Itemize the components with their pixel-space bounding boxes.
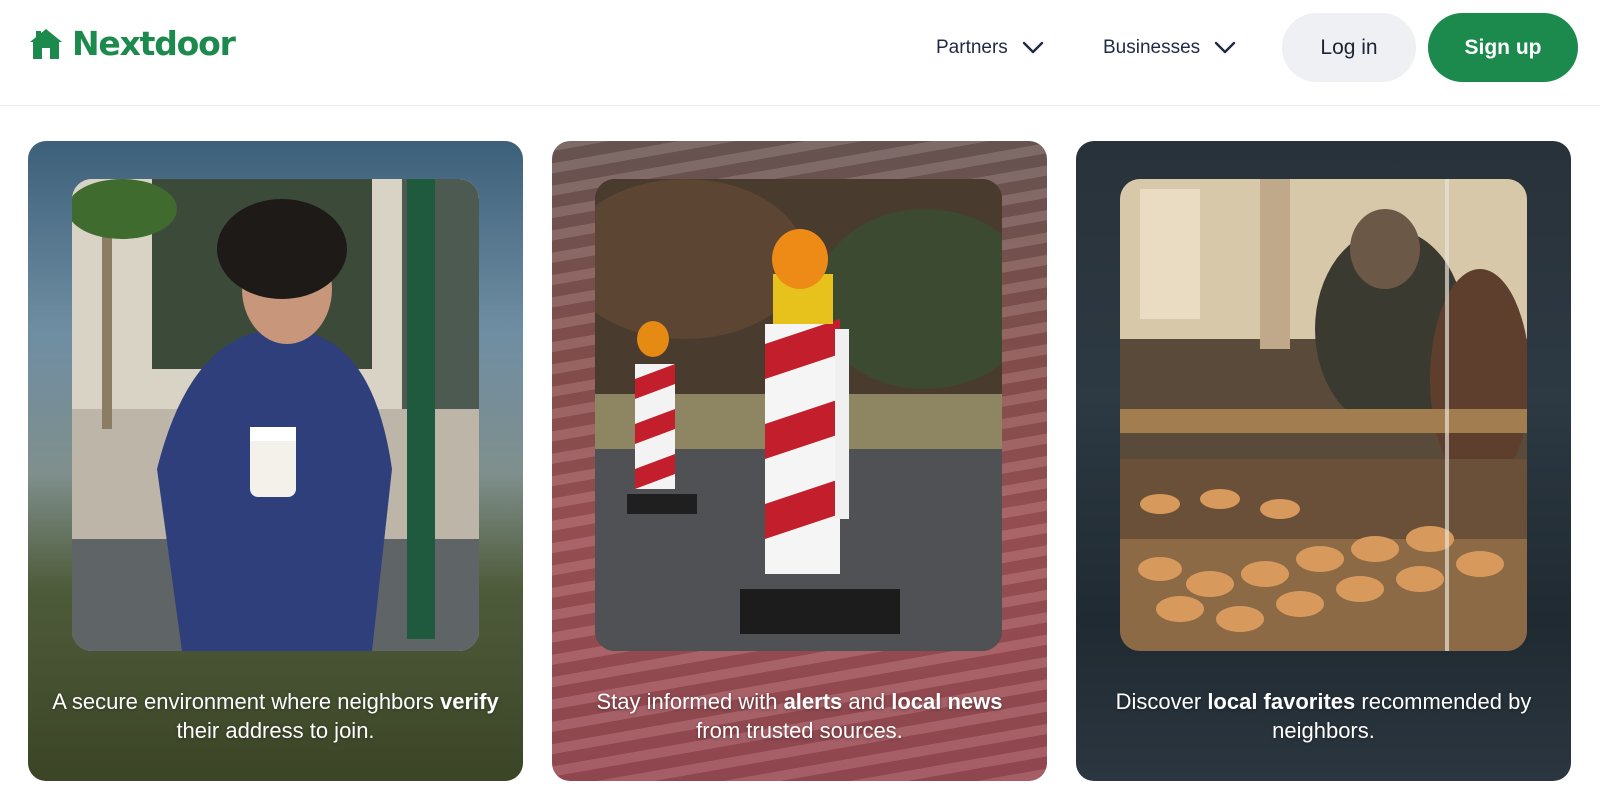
bakery-display-photo [1120, 179, 1527, 651]
woman-with-coffee-photo [72, 179, 479, 651]
feature-caption: Stay informed with alerts and local news… [596, 689, 1003, 743]
feature-caption: Discover local favorites recommended by … [1115, 689, 1532, 743]
site-header: Nextdoor Partners Businesses Log in Sign… [0, 0, 1600, 106]
partners-label: Partners [936, 37, 1008, 58]
logo-text: Nextdoor [72, 24, 236, 63]
feature-caption: A secure environment where neighbors ver… [52, 689, 499, 743]
feature-card-verify: A secure environment where neighbors ver… [28, 141, 523, 781]
signup-button[interactable]: Sign up [1428, 13, 1578, 82]
businesses-label: Businesses [1103, 37, 1201, 58]
partners-dropdown[interactable]: Partners [936, 30, 1044, 66]
chevron-down-icon [1022, 41, 1044, 54]
house-icon [30, 29, 62, 59]
feature-card-alerts: Stay informed with alerts and local news… [552, 141, 1047, 781]
nextdoor-logo[interactable]: Nextdoor [28, 24, 236, 64]
road-barriers-photo [595, 179, 1002, 651]
chevron-down-icon [1214, 41, 1236, 54]
login-button[interactable]: Log in [1282, 13, 1416, 82]
feature-card-favorites: Discover local favorites recommended by … [1076, 141, 1571, 781]
businesses-dropdown[interactable]: Businesses [1103, 30, 1236, 66]
